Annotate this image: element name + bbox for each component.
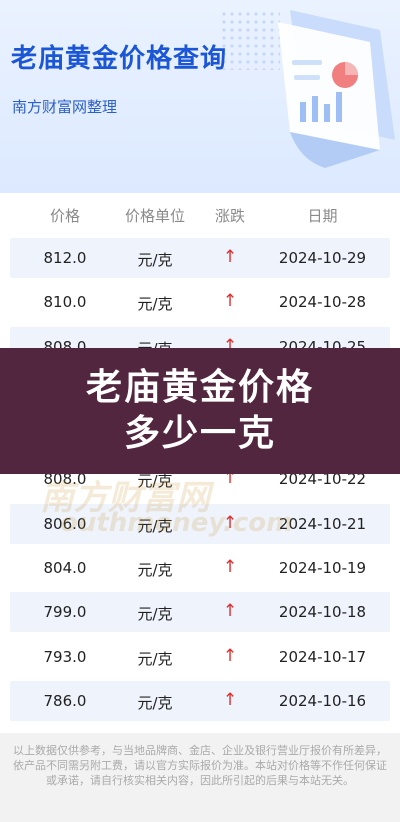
page-title: 老庙黄金价格查询 bbox=[11, 44, 228, 74]
table-row: 786.0 元/克 ↑ 2024-10-16 bbox=[10, 680, 390, 721]
table-row: 793.0 元/克 ↑ 2024-10-17 bbox=[10, 637, 390, 677]
date-cell: 2024-10-18 bbox=[278, 603, 367, 622]
up-arrow-icon: ↑ bbox=[222, 689, 238, 710]
header-banner: 老庙黄金价格查询 南方财富网整理 bbox=[0, 0, 400, 193]
unit-cell: 元/克 bbox=[137, 693, 173, 712]
table-header: 价格 价格单位 涨跌 日期 bbox=[0, 193, 400, 235]
column-header-unit: 价格单位 bbox=[124, 207, 185, 225]
price-cell: 810.0 bbox=[43, 293, 87, 312]
disclaimer-text: 以上数据仅供参考，与当地品牌商、金店、企业及银行营业厅报价有所差异，依产品不同需… bbox=[13, 744, 387, 787]
up-arrow-icon: ↑ bbox=[222, 291, 238, 312]
unit-cell: 元/克 bbox=[137, 251, 173, 269]
watermark: 南方财富网 outhmoney.com bbox=[40, 470, 380, 540]
table-row: 810.0 元/克 ↑ 2024-10-28 bbox=[10, 282, 390, 322]
price-cell: 799.0 bbox=[43, 603, 87, 622]
price-cell: 812.0 bbox=[43, 249, 87, 267]
date-cell: 2024-10-28 bbox=[278, 293, 367, 312]
table-row: 812.0 元/克 ↑ 2024-10-29 bbox=[10, 238, 390, 278]
overlay-title: 老庙黄金价格多少一克 bbox=[85, 367, 314, 454]
document-chart-icon bbox=[278, 10, 395, 168]
date-cell: 2024-10-19 bbox=[278, 559, 367, 578]
unit-cell: 元/克 bbox=[137, 605, 173, 624]
up-arrow-icon: ↑ bbox=[222, 247, 238, 267]
date-cell: 2024-10-17 bbox=[278, 647, 367, 666]
watermark-url: outhmoney.com bbox=[60, 508, 294, 538]
table-row: 804.0 元/克 ↑ 2024-10-19 bbox=[10, 548, 390, 588]
date-cell: 2024-10-29 bbox=[278, 249, 367, 267]
unit-cell: 元/克 bbox=[137, 295, 173, 314]
column-header-date: 日期 bbox=[307, 207, 338, 225]
table-row: 799.0 元/克 ↑ 2024-10-18 bbox=[10, 592, 390, 633]
up-arrow-icon: ↑ bbox=[222, 645, 238, 666]
column-header-trend: 涨跌 bbox=[214, 207, 245, 225]
up-arrow-icon: ↑ bbox=[222, 601, 238, 622]
date-cell: 2024-10-16 bbox=[278, 691, 367, 710]
price-cell: 804.0 bbox=[43, 559, 87, 578]
unit-cell: 元/克 bbox=[137, 561, 173, 580]
column-header-price: 价格 bbox=[49, 207, 80, 225]
up-arrow-icon: ↑ bbox=[222, 557, 238, 578]
page-subtitle: 南方财富网整理 bbox=[12, 98, 118, 116]
unit-cell: 元/克 bbox=[137, 649, 173, 668]
price-cell: 786.0 bbox=[43, 691, 87, 710]
title-overlay-banner: 老庙黄金价格多少一克 bbox=[0, 348, 400, 474]
footer: 以上数据仅供参考，与当地品牌商、金店、企业及银行营业厅报价有所差异，依产品不同需… bbox=[0, 733, 400, 822]
price-cell: 793.0 bbox=[43, 647, 87, 666]
